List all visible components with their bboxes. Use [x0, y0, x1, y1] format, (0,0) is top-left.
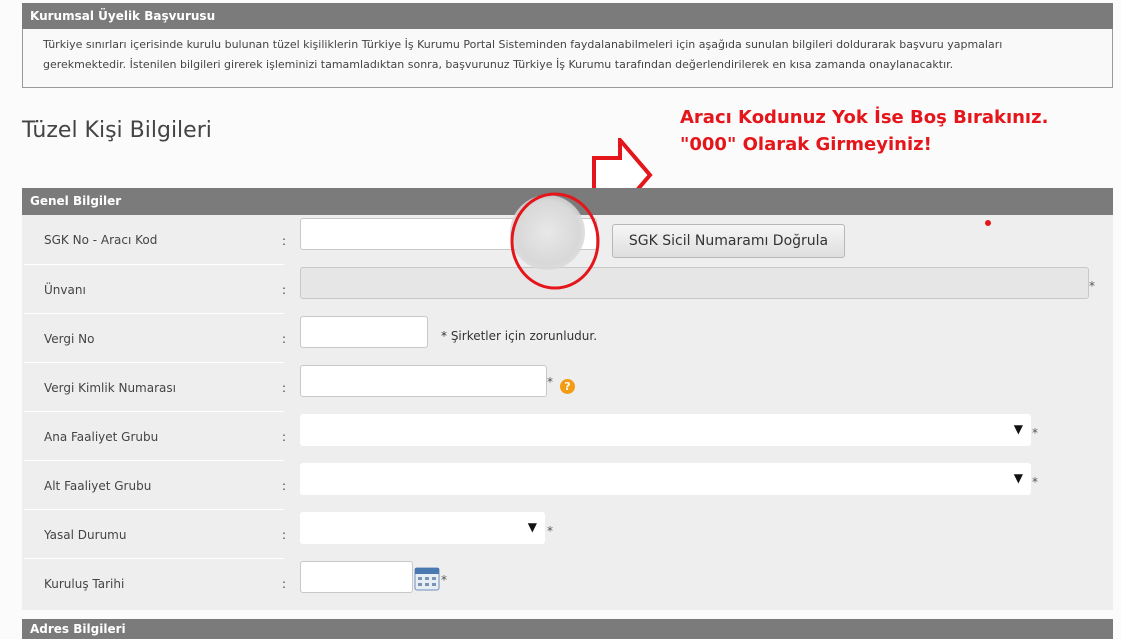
row-divider [24, 264, 284, 265]
required-mark: * [1089, 279, 1095, 293]
unvan-label: Ünvanı [44, 283, 86, 297]
annotation-line-1: Aracı Kodunuz Yok İse Boş Bırakınız. [680, 107, 1049, 128]
required-mark: * [547, 375, 553, 389]
unvan-input [300, 267, 1089, 299]
colon: : [282, 381, 287, 395]
annotation-line-2: "000" Olarak Girmeyiniz! [680, 134, 932, 155]
intro-line-2: gerekmektedir. İstenilen bilgileri girer… [43, 58, 954, 71]
sgk-label: SGK No - Aracı Kod [44, 233, 158, 247]
row-divider [24, 558, 284, 559]
address-info-header: Adres Bilgileri [22, 619, 1113, 639]
dropdown-arrow-icon: ▼ [1013, 422, 1023, 436]
kurulus-tarihi-label: Kuruluş Tarihi [44, 577, 125, 591]
help-icon[interactable]: ? [560, 379, 575, 394]
colon: : [282, 430, 287, 444]
sgk-no-input[interactable] [300, 218, 520, 250]
alt-faaliyet-select[interactable]: ▼ [300, 463, 1031, 495]
row-divider [24, 460, 284, 461]
dropdown-arrow-icon: ▼ [1013, 471, 1023, 485]
yasal-durum-label: Yasal Durumu [44, 528, 127, 542]
page-title: Tüzel Kişi Bilgileri [22, 118, 212, 143]
row-divider [24, 411, 284, 412]
row-divider [24, 509, 284, 510]
red-dot [985, 220, 991, 226]
row-divider [24, 313, 284, 314]
required-mark: * [547, 524, 553, 538]
vkn-input[interactable] [300, 365, 547, 397]
vkn-label: Vergi Kimlik Numarası [44, 381, 176, 395]
dropdown-arrow-icon: ▼ [527, 520, 537, 534]
vergi-no-input[interactable] [300, 316, 428, 348]
colon: : [282, 283, 287, 297]
colon: : [282, 479, 287, 493]
vergi-no-hint: * Şirketler için zorunludur. [441, 329, 598, 343]
membership-panel-header: Kurumsal Üyelik Başvurusu [22, 3, 1113, 29]
kurulus-tarihi-input[interactable] [300, 561, 413, 593]
colon: : [282, 528, 287, 542]
alt-faaliyet-label: Alt Faaliyet Grubu [44, 479, 152, 493]
colon: : [282, 577, 287, 591]
yasal-durum-select[interactable]: ▼ [300, 512, 545, 544]
intro-line-1: Türkiye sınırları içerisinde kurulu bulu… [43, 38, 1003, 51]
sgk-verify-button[interactable]: SGK Sicil Numaramı Doğrula [612, 224, 845, 258]
highlight-circle [510, 192, 600, 290]
ana-faaliyet-label: Ana Faaliyet Grubu [44, 430, 159, 444]
colon: : [282, 332, 287, 346]
required-mark: * [441, 573, 447, 587]
calendar-icon[interactable] [414, 565, 440, 591]
intro-text: Türkiye sınırları içerisinde kurulu bulu… [22, 29, 1113, 88]
ana-faaliyet-select[interactable]: ▼ [300, 414, 1031, 446]
required-mark: * [1032, 426, 1038, 440]
vergi-no-label: Vergi No [44, 332, 95, 346]
required-mark: * [1032, 475, 1038, 489]
row-divider [24, 362, 284, 363]
annotation-note: Aracı Kodunuz Yok İse Boş Bırakınız. "00… [680, 104, 1048, 158]
colon: : [282, 234, 287, 248]
